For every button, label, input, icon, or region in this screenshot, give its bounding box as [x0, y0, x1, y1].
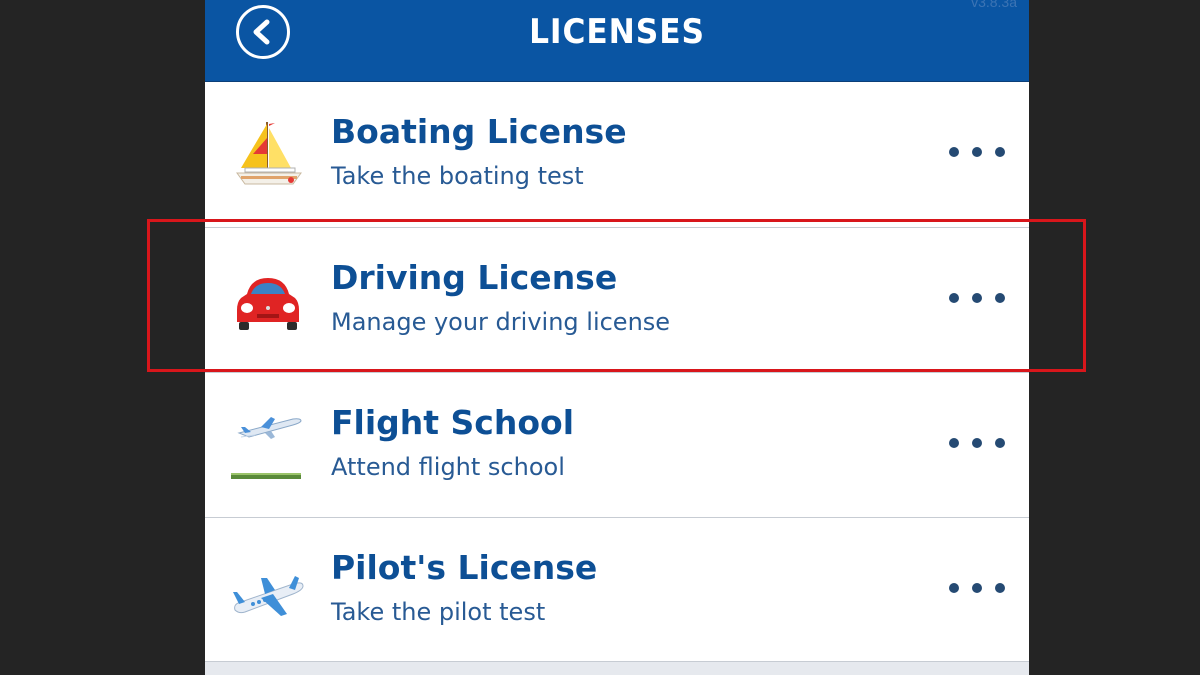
- header-bar: LICENSES v3.8.3a: [205, 0, 1029, 82]
- jet-icon: [231, 554, 305, 628]
- license-title: Boating License: [331, 112, 627, 151]
- license-row-flight-school[interactable]: Flight School Attend flight school: [205, 372, 1029, 517]
- dot-icon: [972, 583, 982, 593]
- license-subtitle: Attend flight school: [331, 453, 565, 481]
- dot-icon: [972, 438, 982, 448]
- dot-icon: [995, 438, 1005, 448]
- license-subtitle: Take the boating test: [331, 162, 584, 190]
- dot-icon: [995, 147, 1005, 157]
- version-label: v3.8.3a: [971, 0, 1017, 10]
- more-options-button[interactable]: [949, 435, 1005, 451]
- dot-icon: [995, 583, 1005, 593]
- list-footer: [205, 661, 1029, 675]
- license-title: Flight School: [331, 403, 575, 442]
- license-row-pilot[interactable]: Pilot's License Take the pilot test: [205, 517, 1029, 662]
- license-list: Boating License Take the boating test Dr…: [205, 82, 1029, 662]
- more-options-button[interactable]: [949, 144, 1005, 160]
- sailboat-icon: [231, 118, 305, 192]
- license-title: Pilot's License: [331, 548, 598, 587]
- dot-icon: [949, 583, 959, 593]
- dot-icon: [972, 147, 982, 157]
- page-title: LICENSES: [529, 12, 705, 52]
- airplane-takeoff-icon: [231, 409, 305, 483]
- license-subtitle: Take the pilot test: [331, 598, 546, 626]
- license-row-boating[interactable]: Boating License Take the boating test: [205, 82, 1029, 227]
- dot-icon: [949, 438, 959, 448]
- highlight-box: [147, 219, 1086, 372]
- more-options-button[interactable]: [949, 580, 1005, 596]
- dot-icon: [949, 147, 959, 157]
